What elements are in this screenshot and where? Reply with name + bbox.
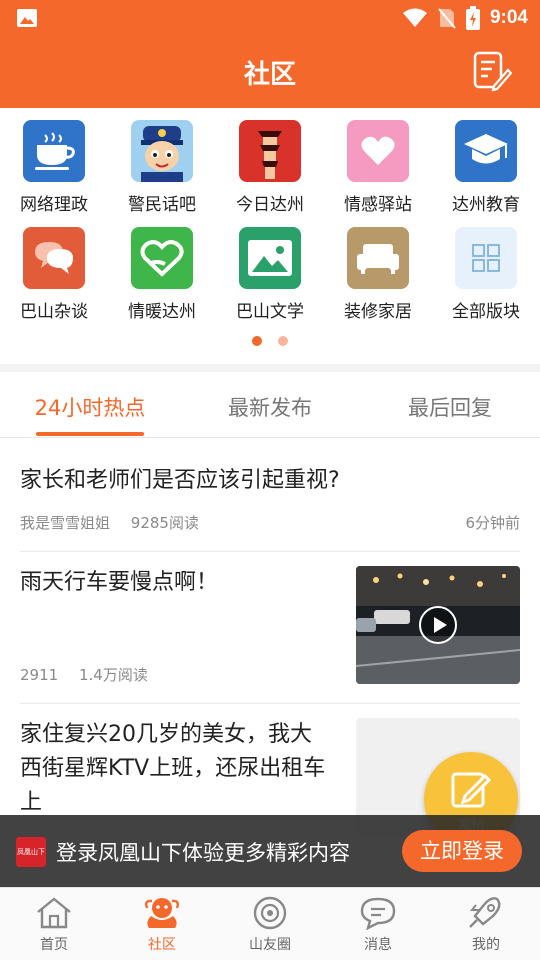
board-item[interactable]: 巴山文学 — [216, 215, 324, 322]
post-item[interactable]: 家长和老师们是否应该引起重视? 我是雪雪姐姐 9285阅读 6分钟前 — [20, 438, 520, 552]
no-sim-icon — [438, 8, 456, 29]
nav-label: 我的 — [472, 937, 500, 953]
post-author: 我是雪雪姐姐 — [20, 514, 111, 532]
page-indicator — [0, 336, 540, 346]
nav-label: 山友圈 — [249, 937, 291, 953]
graduation-cap-icon — [455, 120, 517, 182]
clock: 9:04 — [489, 7, 528, 28]
battery-icon — [465, 6, 480, 30]
board-item[interactable]: 全部版块 — [432, 215, 540, 322]
nav-community[interactable]: 社区 — [108, 888, 216, 960]
post-item[interactable]: 雨天行车要慢点啊！ 2911 1.4万阅读 — [20, 552, 520, 704]
post-title: 家住复兴20几岁的美女，我大 西街星辉KTV上班，还尿出租车 上 — [20, 718, 350, 820]
nav-label: 首页 — [40, 937, 68, 953]
tab-24h-hot[interactable]: 24小时热点 — [10, 392, 170, 422]
board-item[interactable]: 情暖达州 — [108, 215, 216, 322]
page-dot — [278, 336, 288, 346]
grid-icon — [455, 227, 517, 289]
post-time: 6分钟前 — [465, 514, 520, 532]
circle-icon — [253, 896, 287, 930]
nav-friends-circle[interactable]: 山友圈 — [216, 888, 324, 960]
login-button[interactable]: 立即登录 — [402, 830, 522, 872]
nav-home[interactable]: 首页 — [0, 888, 108, 960]
post-reads: 9285阅读 — [130, 514, 199, 532]
tab-last-reply[interactable]: 最后回复 — [370, 392, 530, 422]
board-item[interactable]: 达州教育 — [432, 108, 540, 215]
image-notification-icon — [17, 9, 37, 27]
board-label: 达州教育 — [452, 195, 520, 215]
login-banner: 凤凰山下 登录凤凰山下体验更多精彩内容 立即登录 — [0, 815, 540, 887]
board-item[interactable]: 警民话吧 — [108, 108, 216, 215]
login-prompt-text: 登录凤凰山下体验更多精彩内容 — [56, 841, 350, 865]
board-item[interactable]: 网络理政 — [0, 108, 108, 215]
board-item[interactable]: 巴山杂谈 — [0, 215, 108, 322]
board-item[interactable]: 今日达州 — [216, 108, 324, 215]
board-label: 巴山文学 — [236, 302, 304, 322]
board-label: 今日达州 — [236, 195, 304, 215]
chat-bubbles-icon — [23, 227, 85, 289]
board-label: 情感驿站 — [344, 195, 412, 215]
tab-latest[interactable]: 最新发布 — [190, 392, 350, 422]
post-meta: 2911 1.4万阅读 — [20, 664, 164, 685]
bottom-nav: 首页 社区 山友圈 消息 我的 — [0, 887, 540, 960]
post-author: 2911 — [20, 666, 59, 684]
board-label: 全部版块 — [452, 302, 520, 322]
coffee-cup-icon — [23, 120, 85, 182]
message-icon — [360, 897, 396, 931]
page-title: 社区 — [243, 60, 296, 90]
compose-icon — [451, 772, 491, 808]
post-title-line: 家住复兴20几岁的美女，我大 — [20, 722, 312, 747]
home-icon — [37, 897, 71, 929]
board-grid: 网络理政 警民话吧 今日达州 情感驿站 达州教育 巴山杂谈 情暖达州 巴山文学 … — [0, 108, 540, 364]
post-title: 雨天行车要慢点啊！ — [20, 570, 219, 595]
video-thumbnail[interactable] — [356, 566, 520, 684]
board-label: 情暖达州 — [128, 302, 196, 322]
play-icon[interactable] — [418, 605, 458, 645]
feed-tabs: 24小时热点 最新发布 最后回复 — [0, 372, 540, 438]
nav-label: 消息 — [364, 937, 392, 953]
sofa-icon — [347, 227, 409, 289]
landscape-icon — [239, 227, 301, 289]
post-reads: 1.4万阅读 — [78, 666, 148, 684]
nav-messages[interactable]: 消息 — [324, 888, 432, 960]
status-bar: 9:04 — [0, 0, 540, 36]
heart-icon — [347, 120, 409, 182]
page-dot-active — [252, 336, 262, 346]
edit-note-icon[interactable] — [472, 50, 512, 92]
board-label: 装修家居 — [344, 302, 412, 322]
board-item[interactable]: 情感驿站 — [324, 108, 432, 215]
board-label: 网络理政 — [20, 195, 88, 215]
post-title-line: 西街星辉KTV上班，还尿出租车 — [20, 756, 326, 781]
police-avatar-icon — [131, 120, 193, 182]
post-meta: 我是雪雪姐姐 9285阅读 — [20, 512, 215, 533]
rocket-profile-icon — [469, 897, 501, 928]
community-icon — [144, 898, 180, 928]
tower-icon — [239, 120, 301, 182]
nav-label: 社区 — [148, 937, 176, 953]
board-label: 巴山杂谈 — [20, 302, 88, 322]
active-tab-indicator — [36, 432, 144, 436]
app-logo: 凤凰山下 — [16, 837, 46, 867]
hand-heart-icon — [131, 227, 193, 289]
app-header: 社区 — [0, 36, 540, 108]
board-label: 警民话吧 — [128, 195, 196, 215]
section-divider — [0, 364, 540, 372]
post-title: 家长和老师们是否应该引起重视? — [20, 468, 340, 493]
wifi-icon — [402, 8, 427, 27]
nav-profile[interactable]: 我的 — [432, 888, 540, 960]
board-item[interactable]: 装修家居 — [324, 215, 432, 322]
